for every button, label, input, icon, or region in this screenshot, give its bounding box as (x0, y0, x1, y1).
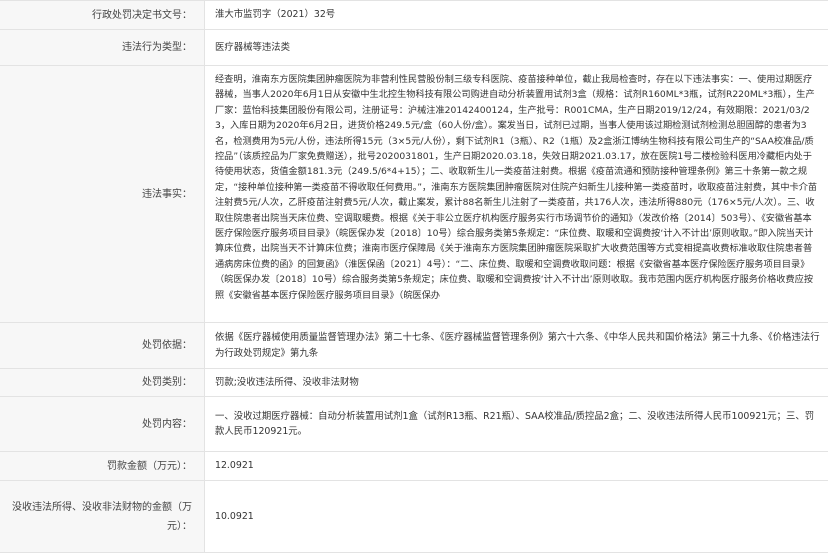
violation-type-value: 医疗器械等违法类 (205, 30, 828, 65)
category-text: 罚款;没收违法所得、没收非法财物 (215, 376, 359, 388)
confiscation-text: 10.0921 (215, 510, 254, 522)
fine-text: 12.0921 (215, 460, 254, 472)
row-violation-type: 违法行为类型： 医疗器械等违法类 (0, 30, 828, 66)
row-category: 处罚类别： 罚款;没收违法所得、没收非法财物 (0, 369, 828, 397)
confiscation-label: 没收违法所得、没收非法财物的金额（万元）： (0, 481, 205, 552)
content-text: 一、没收过期医疗器械：自动分析装置用试剂1盒（试剂R13瓶、R21瓶）、SAA校… (215, 410, 815, 438)
violation-type-text: 医疗器械等违法类 (215, 41, 291, 53)
doc-no-label: 行政处罚决定书文号： (0, 1, 205, 29)
fine-value: 12.0921 (205, 452, 828, 480)
facts-value: 经查明，淮南东方医院集团肿瘤医院为非营利性民营股份制三级专科医院、疫苗接种单位，… (205, 66, 828, 322)
facts-label: 违法事实： (0, 66, 205, 322)
content-label: 处罚内容： (0, 397, 205, 451)
row-basis: 处罚依据： 依据《医疗器械使用质量监督管理办法》第二十七条、《医疗器械监督管理条… (0, 323, 828, 369)
row-facts: 违法事实： 经查明，淮南东方医院集团肿瘤医院为非营利性民营股份制三级专科医院、疫… (0, 66, 828, 323)
basis-label: 处罚依据： (0, 323, 205, 368)
basis-value: 依据《医疗器械使用质量监督管理办法》第二十七条、《医疗器械监督管理条例》第六十六… (205, 323, 828, 368)
row-doc-no: 行政处罚决定书文号： 淮大市监罚字（2021）32号 (0, 1, 828, 30)
doc-no-value: 淮大市监罚字（2021）32号 (205, 1, 828, 29)
content-value: 一、没收过期医疗器械：自动分析装置用试剂1盒（试剂R13瓶、R21瓶）、SAA校… (205, 397, 828, 451)
basis-text: 依据《医疗器械使用质量监督管理办法》第二十七条、《医疗器械监督管理条例》第六十六… (215, 332, 820, 359)
row-fine: 罚款金额（万元）： 12.0921 (0, 452, 828, 481)
row-confiscation: 没收违法所得、没收非法财物的金额（万元）： 10.0921 (0, 481, 828, 553)
confiscation-value: 10.0921 (205, 481, 828, 552)
doc-no-text: 淮大市监罚字（2021）32号 (215, 9, 336, 21)
fine-label: 罚款金额（万元）： (0, 452, 205, 480)
violation-type-label: 违法行为类型： (0, 30, 205, 65)
category-value: 罚款;没收违法所得、没收非法财物 (205, 369, 828, 396)
penalty-info-table: 行政处罚决定书文号： 淮大市监罚字（2021）32号 违法行为类型： 医疗器械等… (0, 0, 828, 553)
row-content: 处罚内容： 一、没收过期医疗器械：自动分析装置用试剂1盒（试剂R13瓶、R21瓶… (0, 397, 828, 452)
category-label: 处罚类别： (0, 369, 205, 396)
facts-text: 经查明，淮南东方医院集团肿瘤医院为非营利性民营股份制三级专科医院、疫苗接种单位，… (215, 74, 818, 301)
